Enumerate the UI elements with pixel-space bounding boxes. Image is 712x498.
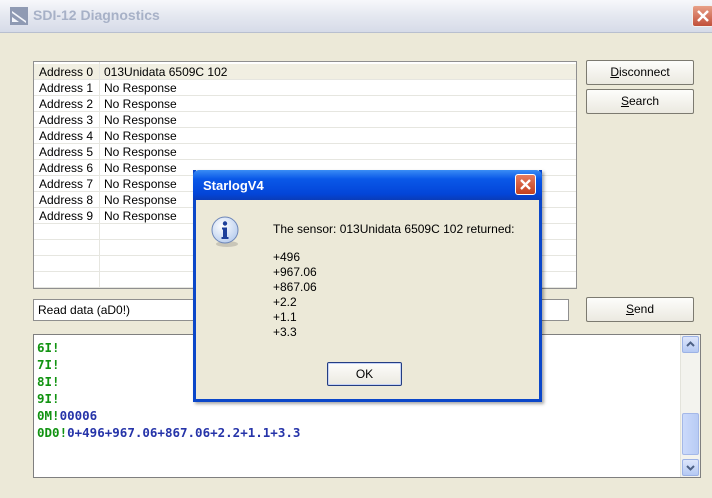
log-command: 0D0! — [37, 425, 68, 440]
dialog-title-bar: StarlogV4 — [193, 170, 542, 200]
log-response: 00006 — [59, 408, 98, 423]
close-icon — [697, 10, 709, 22]
info-icon — [211, 216, 239, 247]
returned-value: +2.2 — [273, 295, 297, 309]
send-button[interactable]: Send — [586, 297, 694, 322]
log-line: 9I! — [37, 391, 60, 406]
log-line: 6I! — [37, 340, 60, 355]
log-line: 8I! — [37, 374, 60, 389]
address-label: Address 7 — [39, 177, 94, 191]
dialog-title: StarlogV4 — [203, 178, 264, 193]
sdi12-diagnostics-window: SDI-12 Diagnostics Address 0 013Unidata 6… — [0, 0, 712, 498]
address-label: Address 6 — [39, 161, 94, 175]
app-icon — [10, 7, 28, 25]
scroll-thumb[interactable] — [682, 413, 699, 455]
address-row[interactable]: Address 2 No Response — [34, 96, 576, 112]
log-line: 0M!00006 — [37, 408, 97, 423]
address-status: No Response — [104, 161, 177, 175]
ok-button[interactable]: OK — [327, 362, 402, 386]
dialog-message: The sensor: 013Unidata 6509C 102 returne… — [273, 222, 515, 236]
log-command: 9I! — [37, 391, 60, 406]
log-command: 6I! — [37, 340, 60, 355]
address-row[interactable]: Address 0 013Unidata 6509C 102 — [34, 64, 576, 80]
address-status: No Response — [104, 129, 177, 143]
returned-value: +867.06 — [273, 280, 317, 294]
address-row[interactable]: Address 3 No Response — [34, 112, 576, 128]
dialog-close-button[interactable] — [515, 174, 536, 195]
address-status: No Response — [104, 193, 177, 207]
log-command: 8I! — [37, 374, 60, 389]
log-line: 0D0!0+496+967.06+867.06+2.2+1.1+3.3 — [37, 425, 300, 440]
address-status: No Response — [104, 81, 177, 95]
window-title: SDI-12 Diagnostics — [33, 7, 160, 23]
address-label: Address 2 — [39, 97, 94, 111]
address-row[interactable]: Address 5 No Response — [34, 144, 576, 160]
starlog-dialog: StarlogV4 The sensor: 013Unidata 6509C 1… — [193, 170, 542, 402]
address-status: No Response — [104, 177, 177, 191]
address-row[interactable]: Address 1 No Response — [34, 80, 576, 96]
close-icon — [520, 179, 531, 190]
address-label: Address 5 — [39, 145, 94, 159]
scroll-up-button[interactable] — [682, 336, 699, 353]
address-label: Address 8 — [39, 193, 94, 207]
log-response: 0+496+967.06+867.06+2.2+1.1+3.3 — [67, 425, 301, 440]
log-line: 7I! — [37, 357, 60, 372]
disconnect-button[interactable]: Disconnect — [586, 60, 694, 85]
address-status: No Response — [104, 97, 177, 111]
address-label: Address 1 — [39, 81, 94, 95]
returned-value: +1.1 — [273, 310, 297, 324]
search-button[interactable]: Search — [586, 89, 694, 114]
address-status: No Response — [104, 145, 177, 159]
chevron-down-icon — [686, 465, 695, 471]
address-label: Address 9 — [39, 209, 94, 223]
returned-value: +967.06 — [273, 265, 317, 279]
returned-value: +496 — [273, 250, 301, 264]
address-label: Address 0 — [39, 65, 94, 79]
returned-value: +3.3 — [273, 325, 297, 339]
scroll-down-button[interactable] — [682, 459, 699, 476]
column-divider — [99, 62, 100, 288]
address-status: No Response — [104, 113, 177, 127]
address-label: Address 3 — [39, 113, 94, 127]
title-bar: SDI-12 Diagnostics — [0, 0, 712, 33]
command-input-value: Read data (aD0!) — [38, 303, 131, 317]
log-command: 0M! — [37, 408, 60, 423]
log-scrollbar[interactable] — [680, 335, 700, 477]
chevron-up-icon — [686, 341, 695, 347]
address-status: 013Unidata 6509C 102 — [104, 65, 228, 79]
address-row[interactable]: Address 4 No Response — [34, 128, 576, 144]
close-button[interactable] — [692, 5, 712, 27]
address-label: Address 4 — [39, 129, 94, 143]
log-command: 7I! — [37, 357, 60, 372]
address-status: No Response — [104, 209, 177, 223]
